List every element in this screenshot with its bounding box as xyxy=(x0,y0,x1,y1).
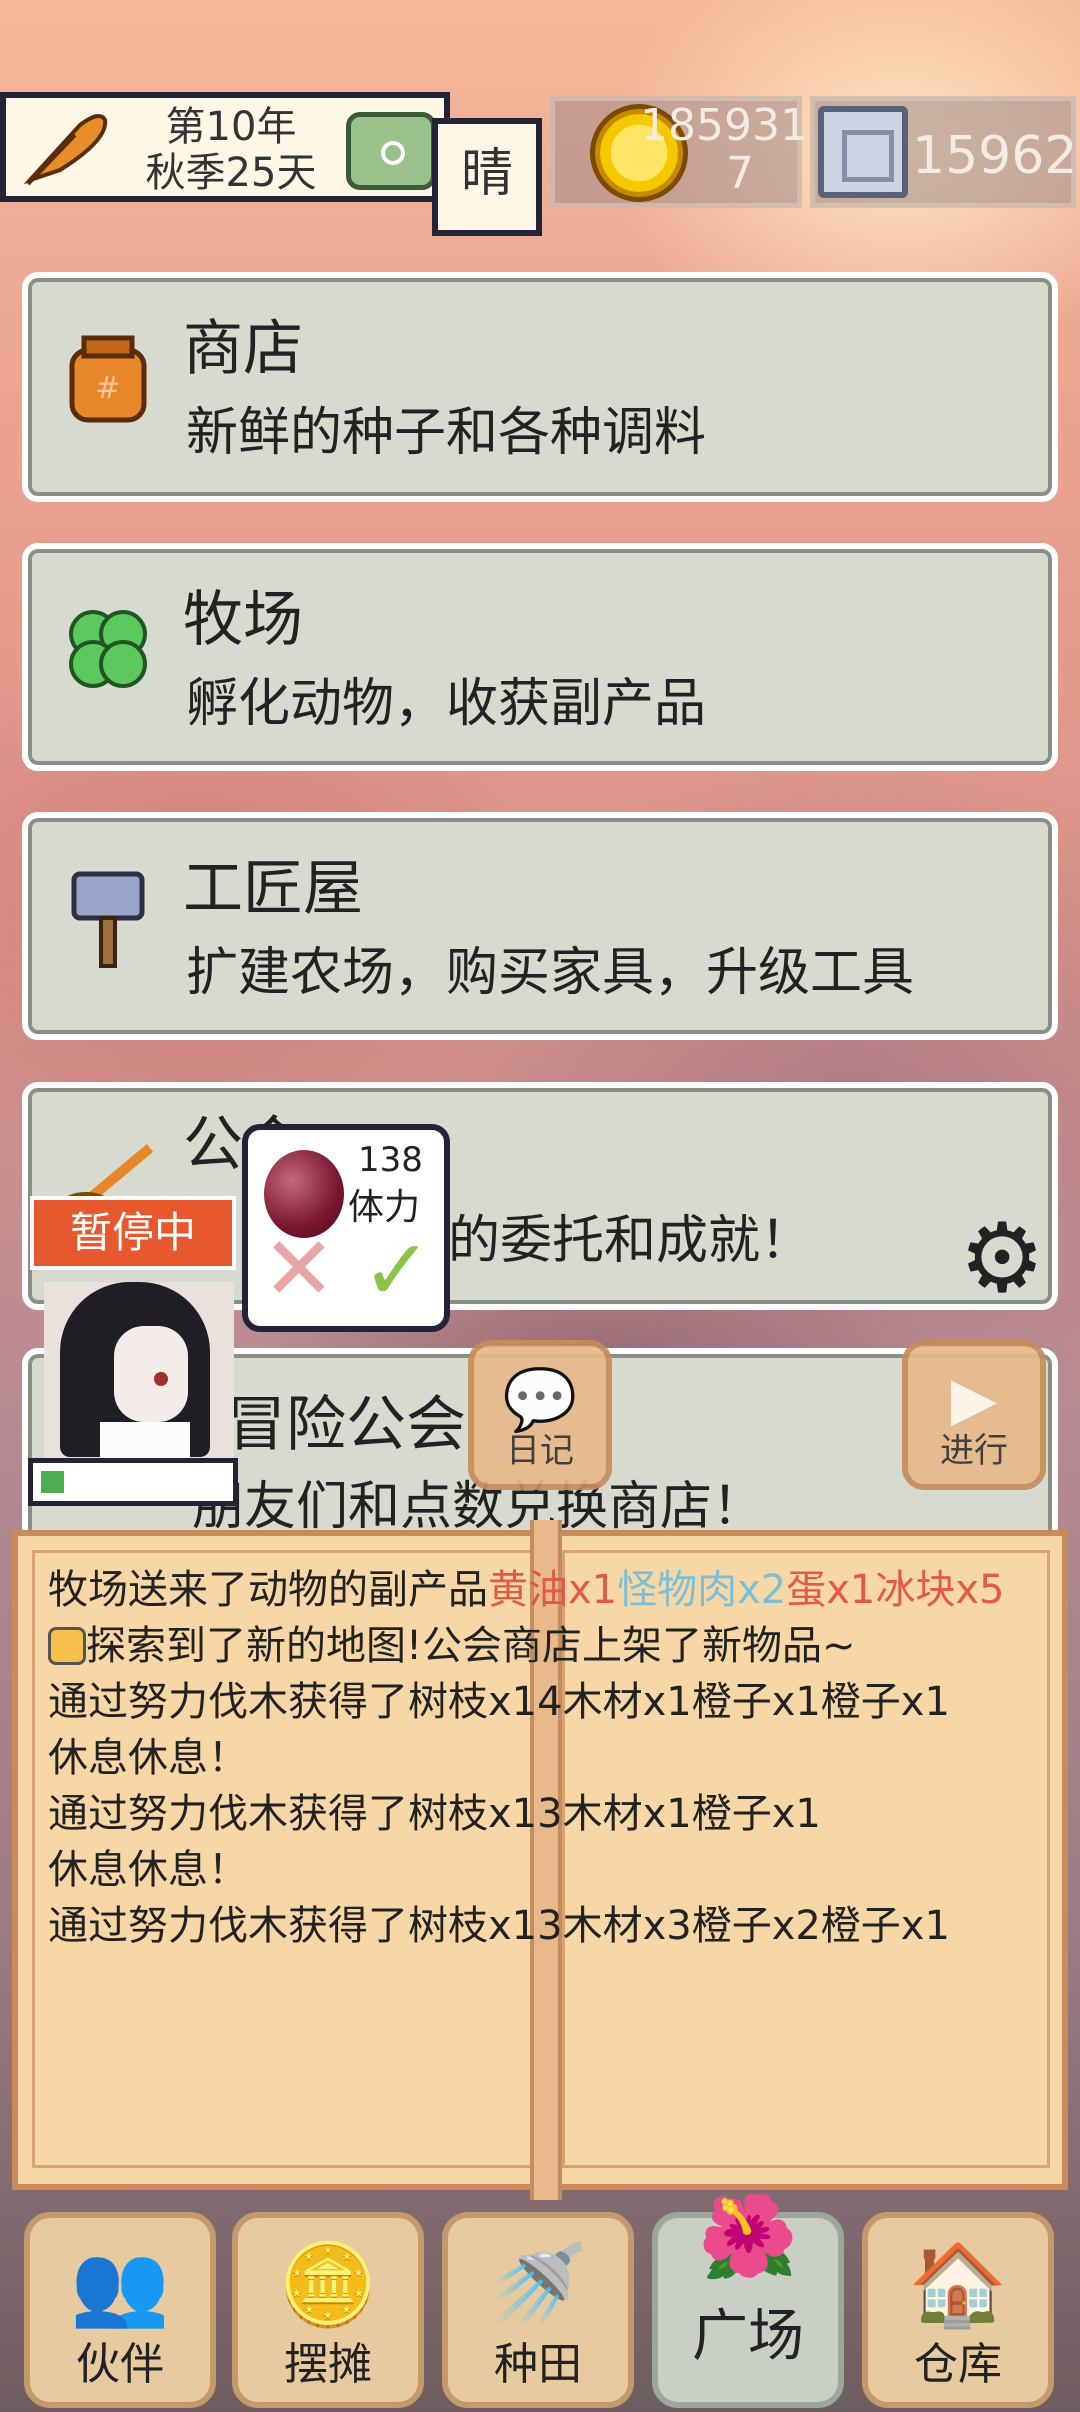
workshop-title: 工匠屋 xyxy=(183,854,363,924)
diary-label: 日记 xyxy=(506,1431,574,1471)
clover-icon xyxy=(69,610,147,688)
ranch-desc: 孵化动物，收获副产品 xyxy=(186,674,707,734)
nav-flower[interactable]: 🌺 广场 xyxy=(652,2190,844,2408)
silver-coin-icon xyxy=(818,106,908,198)
diary-button[interactable]: 💬 日记 xyxy=(468,1340,612,1490)
log-text: 黄油x1 xyxy=(488,1567,618,1613)
nav-house[interactable]: 🏠 仓库 xyxy=(862,2212,1054,2408)
hammer-icon xyxy=(71,871,145,968)
settings-gear-icon[interactable]: ⚙ xyxy=(956,1210,1048,1306)
log-text: 通过努力伐木获得了树枝x13木材x1橙子x1 xyxy=(48,1791,821,1837)
go-button[interactable]: ▶ 进行 xyxy=(902,1340,1046,1490)
log-line: 通过努力伐木获得了树枝x14木材x1橙子x1橙子x1 xyxy=(48,1674,1048,1730)
log-text: 冰块x5 xyxy=(875,1567,1005,1613)
year-label: 第10年 xyxy=(165,104,297,150)
watering-can-icon: 🚿 xyxy=(488,2238,588,2331)
stamina-popup: 138 体力 ✕ ✓ xyxy=(242,1124,450,1332)
coins-icon: 🪙 xyxy=(278,2238,378,2331)
log-line: 通过努力伐木获得了树枝x13木材x1橙子x1 xyxy=(48,1786,1048,1842)
log-line: 休息休息！ xyxy=(48,1842,1048,1898)
log-line: 通过努力伐木获得了树枝x13木材x3橙子x2橙子x1 xyxy=(48,1898,1048,1954)
log-text: 通过努力伐木获得了树枝x13木材x3橙子x2橙子x1 xyxy=(48,1903,950,1949)
log-text: 休息休息！ xyxy=(48,1735,248,1781)
house-icon: 🏠 xyxy=(908,2238,1008,2331)
log-text: 休息休息！ xyxy=(48,1847,248,1893)
date-panel: 第10年 秋季25天 xyxy=(0,92,450,202)
workshop-card[interactable]: 工匠屋 扩建农场，购买家具，升级工具 xyxy=(22,812,1058,1040)
ranch-card[interactable]: 牧场 孵化动物，收获副产品 xyxy=(22,543,1058,771)
log-text: 牧场送来了动物的副产品 xyxy=(48,1567,488,1613)
weather-label: 晴 xyxy=(432,118,542,236)
shop-card[interactable]: # 商店 新鲜的种子和各种调料 xyxy=(22,272,1058,502)
guild-desc: 的委托和成就！ xyxy=(448,1211,813,1271)
nav-label: 伙伴 xyxy=(76,2339,164,2390)
log-line: 牧场送来了动物的副产品黄油x1怪物肉x2蛋x1冰块x5 xyxy=(48,1562,1048,1618)
nav-label: 仓库 xyxy=(914,2339,1002,2390)
workshop-desc: 扩建农场，购买家具，升级工具 xyxy=(186,943,915,1003)
clock-icon[interactable] xyxy=(346,112,436,190)
confirm-check-icon[interactable]: ✓ xyxy=(356,1228,438,1312)
ranch-title: 牧场 xyxy=(183,585,303,655)
reject-icon[interactable]: ✕ xyxy=(262,1225,336,1313)
nav-label: 广场 xyxy=(692,2304,804,2369)
smiley-icon xyxy=(48,1627,86,1665)
gold-amount-line2: 7 xyxy=(726,148,754,199)
log-text: 怪物肉x2 xyxy=(617,1567,787,1613)
nav-people[interactable]: 👥 伙伴 xyxy=(24,2212,216,2408)
log-line: 探索到了新的地图!公会商店上架了新物品~ xyxy=(48,1618,1048,1674)
log-text: 通过努力伐木获得了树枝x14木材x1橙子x1橙子x1 xyxy=(48,1679,950,1725)
event-log[interactable]: 牧场送来了动物的副产品黄油x1怪物肉x2蛋x1冰块x5 探索到了新的地图!公会商店… xyxy=(48,1562,1048,1954)
nav-coins[interactable]: 🪙 摆摊 xyxy=(232,2212,424,2408)
pause-status-badge[interactable]: 暂停中 xyxy=(30,1196,236,1270)
nav-label: 种田 xyxy=(494,2339,582,2390)
go-label: 进行 xyxy=(940,1431,1008,1471)
feather-icon xyxy=(23,114,108,186)
shop-desc: 新鲜的种子和各种调料 xyxy=(186,403,707,463)
season-day-label: 秋季25天 xyxy=(145,150,317,196)
people-icon: 👥 xyxy=(70,2238,170,2331)
svg-text:#: # xyxy=(95,371,120,406)
silver-amount: 15962 xyxy=(912,126,1078,186)
flower-icon: 🌺 xyxy=(698,2190,798,2283)
stamina-value: 138 xyxy=(358,1140,423,1180)
nav-label: 摆摊 xyxy=(284,2339,372,2390)
gold-amount: 185931 7 xyxy=(640,100,808,199)
log-text: 蛋x1 xyxy=(786,1567,876,1613)
gold-amount-line1: 185931 xyxy=(640,100,808,151)
progress-fill xyxy=(41,1471,64,1493)
avatar[interactable] xyxy=(44,1282,234,1462)
log-line: 休息休息！ xyxy=(48,1730,1048,1786)
log-text: 探索到了新的地图!公会商店上架了新物品~ xyxy=(86,1623,856,1669)
character-progress-bar xyxy=(28,1458,238,1506)
shop-title: 商店 xyxy=(183,314,303,384)
seed-bag-icon: # xyxy=(69,335,147,423)
nav-watering-can[interactable]: 🚿 种田 xyxy=(442,2212,634,2408)
adventure-guild-title: 冒险公会 xyxy=(226,1390,466,1460)
